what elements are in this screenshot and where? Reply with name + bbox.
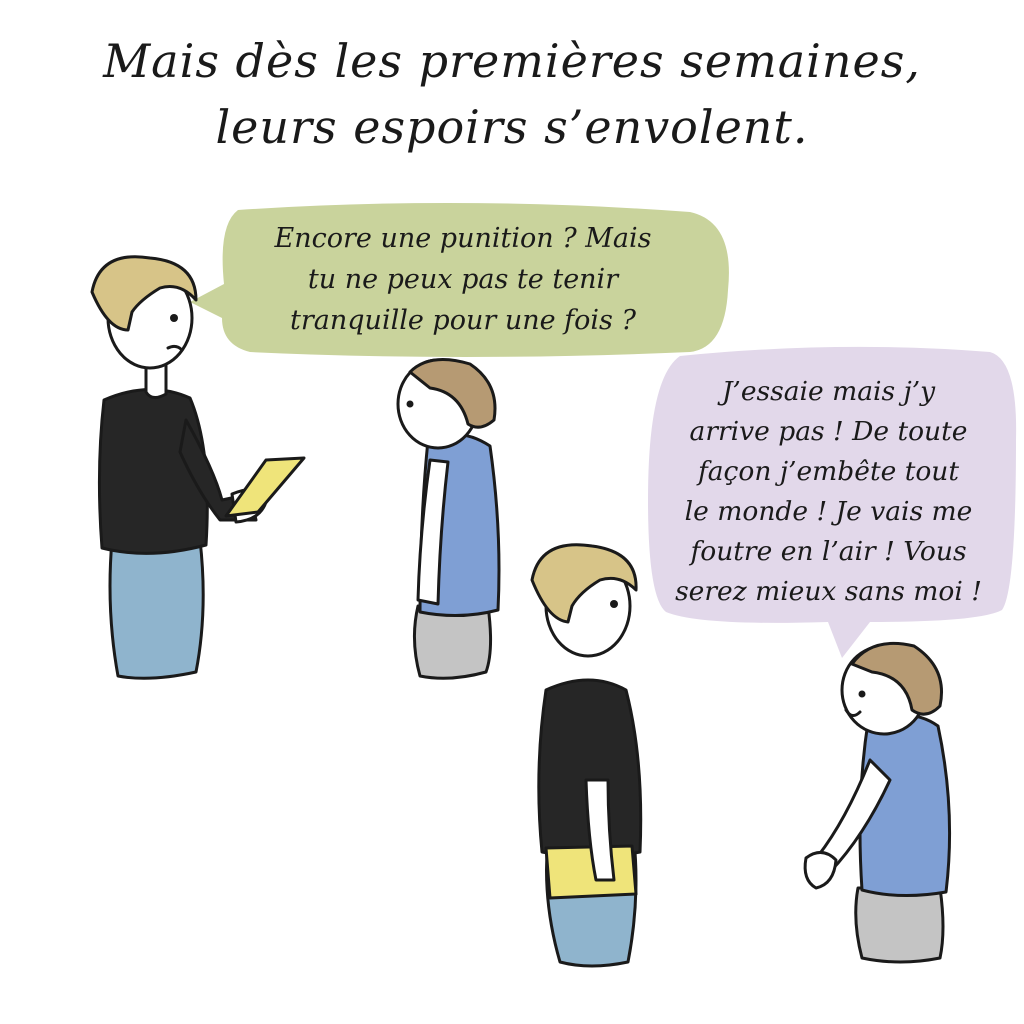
speech-line: façon j’embête tout	[697, 456, 960, 487]
speech-line: Encore une punition ? Mais	[274, 223, 652, 254]
gray-pants	[854, 886, 945, 964]
speech-line: foutre en l’air ! Vous	[690, 536, 967, 567]
caption-line-1: Mais dès les premières semaines,	[103, 34, 921, 88]
fist	[803, 851, 838, 890]
narration-caption: Mais dès les premières semaines, leurs e…	[40, 28, 984, 160]
boy-figure-bottom	[803, 641, 952, 964]
speech-line: tu ne peux pas te tenir	[307, 264, 619, 295]
speech-line: le monde ! Je vais me	[684, 496, 973, 527]
caption-line-2: leurs espoirs s’envolent.	[215, 100, 809, 154]
speech-line: J’essaie mais j’y	[721, 376, 936, 407]
speech-line: arrive pas ! De toute	[689, 416, 968, 447]
speech-text-mother: Encore une punition ? Mais tu ne peux pa…	[228, 218, 698, 341]
boy-figure-top	[396, 358, 501, 680]
skirt	[108, 538, 205, 680]
speech-line: serez mieux sans moi !	[675, 576, 982, 607]
speech-text-son: J’essaie mais j’y arrive pas ! De toute …	[656, 372, 1001, 612]
mother-figure-right	[530, 543, 643, 968]
speech-line: tranquille pour une fois ?	[290, 305, 636, 336]
